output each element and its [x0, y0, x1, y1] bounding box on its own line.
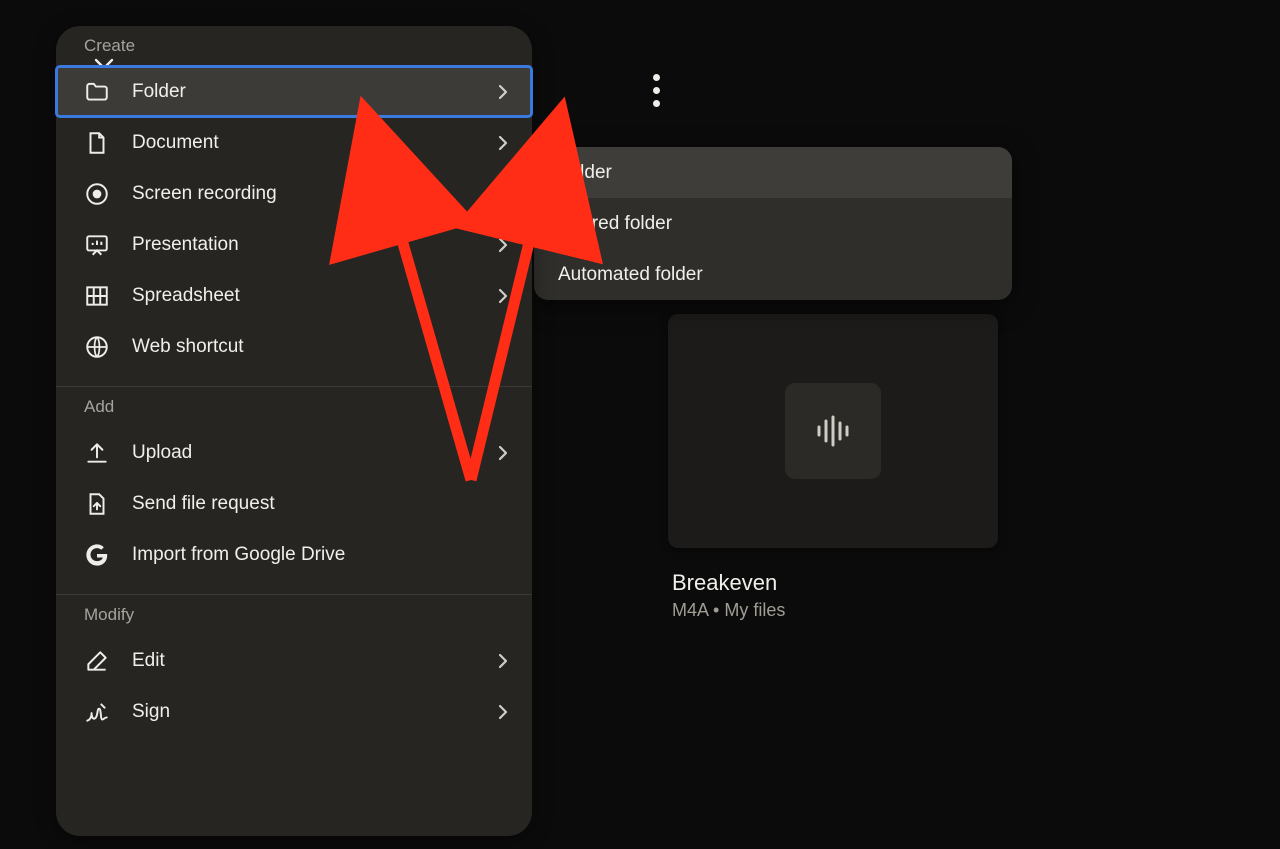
menu-item-label: Screen recording	[132, 183, 514, 205]
menu-item-send-file-request[interactable]: Send file request	[56, 478, 532, 529]
file-meta: M4A • My files	[672, 600, 998, 621]
spreadsheet-icon	[84, 283, 110, 309]
section-create: Create Folder Document Screen recording	[56, 26, 532, 372]
submenu-item-automated-folder[interactable]: Automated folder	[534, 249, 1012, 300]
menu-item-label: Upload	[132, 442, 492, 464]
folder-submenu: Folder Shared folder Automated folder	[534, 147, 1012, 300]
submenu-item-label: Automated folder	[558, 264, 703, 286]
menu-item-presentation[interactable]: Presentation	[56, 219, 532, 270]
create-panel: Create Folder Document Screen recording	[56, 26, 532, 836]
edit-icon	[84, 648, 110, 674]
menu-item-label: Web shortcut	[132, 336, 514, 358]
google-icon	[84, 542, 110, 568]
menu-item-edit[interactable]: Edit	[56, 635, 532, 686]
menu-item-sign[interactable]: Sign	[56, 686, 532, 737]
upload-icon	[84, 440, 110, 466]
more-button[interactable]	[640, 70, 672, 110]
chevron-right-icon	[492, 701, 514, 723]
file-title: Breakeven	[672, 570, 998, 596]
menu-item-label: Send file request	[132, 493, 514, 515]
file-card[interactable]: Breakeven M4A • My files	[668, 314, 998, 621]
section-add: Add Upload Send file request Import from…	[56, 387, 532, 580]
menu-item-import-google-drive[interactable]: Import from Google Drive	[56, 529, 532, 580]
menu-item-label: Folder	[132, 81, 492, 103]
menu-item-label: Spreadsheet	[132, 285, 492, 307]
menu-item-label: Presentation	[132, 234, 492, 256]
chevron-right-icon	[492, 234, 514, 256]
submenu-item-label: Shared folder	[558, 213, 672, 235]
section-label: Add	[56, 397, 532, 427]
menu-item-upload[interactable]: Upload	[56, 427, 532, 478]
sign-icon	[84, 699, 110, 725]
globe-icon	[84, 334, 110, 360]
menu-item-web-shortcut[interactable]: Web shortcut	[56, 321, 532, 372]
folder-icon	[84, 79, 110, 105]
menu-item-folder[interactable]: Folder	[56, 66, 532, 117]
section-modify: Modify Edit Sign	[56, 595, 532, 737]
audio-icon	[785, 383, 881, 479]
document-icon	[84, 130, 110, 156]
menu-item-screen-recording[interactable]: Screen recording	[56, 168, 532, 219]
chevron-right-icon	[492, 132, 514, 154]
menu-item-label: Import from Google Drive	[132, 544, 514, 566]
menu-item-label: Document	[132, 132, 492, 154]
section-label: Modify	[56, 605, 532, 635]
menu-item-spreadsheet[interactable]: Spreadsheet	[56, 270, 532, 321]
menu-item-document[interactable]: Document	[56, 117, 532, 168]
submenu-item-label: Folder	[558, 162, 612, 184]
chevron-right-icon	[492, 650, 514, 672]
file-thumbnail	[668, 314, 998, 548]
menu-item-label: Sign	[132, 701, 492, 723]
menu-item-label: Edit	[132, 650, 492, 672]
record-icon	[84, 181, 110, 207]
submenu-item-folder[interactable]: Folder	[534, 147, 1012, 198]
chevron-right-icon	[492, 442, 514, 464]
file-request-icon	[84, 491, 110, 517]
submenu-item-shared-folder[interactable]: Shared folder	[534, 198, 1012, 249]
presentation-icon	[84, 232, 110, 258]
section-label: Create	[56, 36, 532, 66]
chevron-right-icon	[492, 285, 514, 307]
chevron-right-icon	[492, 81, 514, 103]
